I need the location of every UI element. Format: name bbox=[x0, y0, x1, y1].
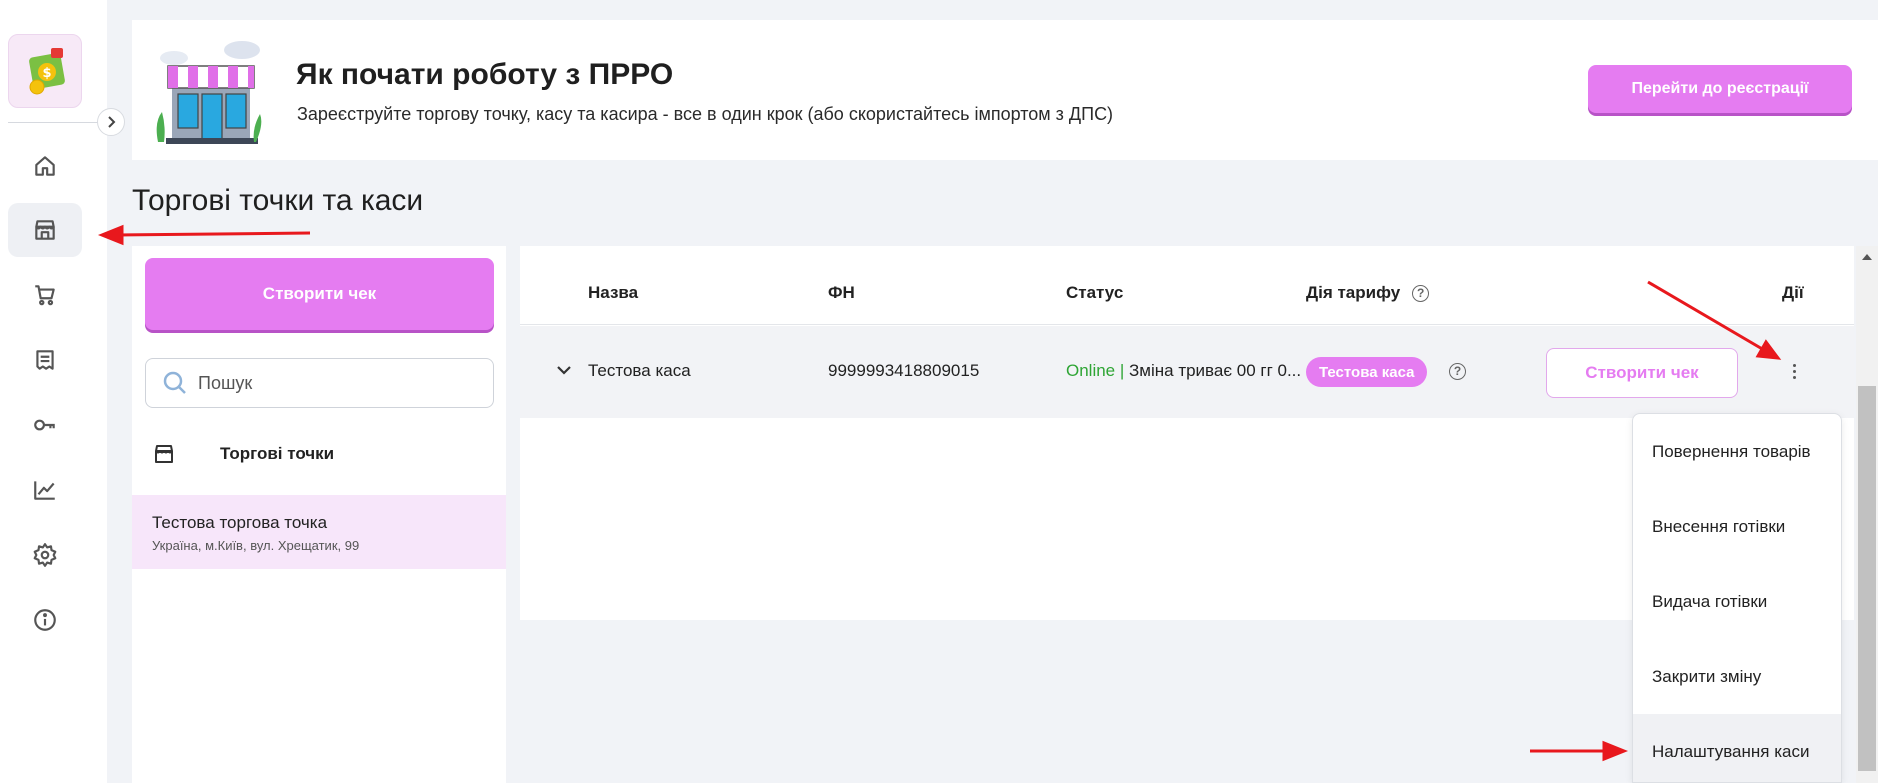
app-logo[interactable]: $ bbox=[8, 34, 82, 108]
register-fn: 9999993418809015 bbox=[828, 361, 980, 380]
sidebar-divider bbox=[8, 122, 107, 123]
banner-title: Як почати роботу з ПРРО bbox=[296, 58, 674, 91]
cash-register-logo-icon: $ bbox=[29, 48, 65, 95]
table-header: Назва ФН Статус Дія тарифу? Дії bbox=[520, 261, 1854, 325]
column-header-tariff: Дія тарифу? bbox=[1306, 283, 1430, 303]
annotation-arrow-settings bbox=[1530, 740, 1629, 762]
onboarding-banner: Як почати роботу з ПРРО Зареєструйте тор… bbox=[132, 20, 1878, 160]
sidebar: $ bbox=[0, 0, 107, 783]
key-icon bbox=[34, 419, 55, 431]
nav-cart[interactable] bbox=[8, 268, 82, 322]
menu-item-close-shift[interactable]: Закрити зміну bbox=[1633, 639, 1841, 714]
help-icon[interactable]: ? bbox=[1412, 285, 1430, 303]
nav-receipts[interactable] bbox=[8, 333, 82, 387]
sidebar-collapse-button[interactable] bbox=[97, 108, 125, 136]
menu-item-return-goods[interactable]: Повернення товарів bbox=[1633, 414, 1841, 489]
register-status: Online | Зміна триває 00 гг 0... bbox=[1066, 361, 1301, 381]
store-name: Тестова торгова точка bbox=[152, 513, 328, 532]
scroll-thumb[interactable] bbox=[1858, 386, 1876, 771]
menu-item-cash-deposit[interactable]: Внесення готівки bbox=[1633, 489, 1841, 564]
svg-text:$: $ bbox=[42, 66, 51, 81]
nav-analytics[interactable] bbox=[8, 463, 82, 517]
actions-dropdown-menu: Повернення товарів Внесення готівки Вида… bbox=[1632, 413, 1842, 783]
cart-icon bbox=[35, 285, 55, 306]
create-receipt-button[interactable]: Створити чек bbox=[145, 258, 494, 330]
gear-icon bbox=[33, 543, 57, 567]
receipt-icon bbox=[36, 350, 54, 370]
tariff-badge: Тестова каса bbox=[1306, 357, 1428, 387]
menu-item-register-settings[interactable]: Налаштування каси bbox=[1633, 714, 1841, 782]
status-separator: | bbox=[1115, 361, 1130, 380]
store-address: Україна, м.Київ, вул. Хрещатик, 99 bbox=[152, 538, 360, 553]
stores-section-label: Торгові точки bbox=[220, 444, 335, 463]
column-header-name: Назва bbox=[588, 283, 639, 302]
chevron-right-icon bbox=[108, 116, 116, 128]
search-field[interactable] bbox=[145, 358, 494, 408]
column-header-status: Статус bbox=[1066, 283, 1124, 302]
go-to-registration-button[interactable]: Перейти до реєстрації bbox=[1588, 65, 1852, 113]
search-input[interactable] bbox=[198, 372, 478, 394]
nav-settings[interactable] bbox=[8, 528, 82, 582]
annotation-arrow-sidebar bbox=[97, 224, 311, 246]
expand-chevron-icon[interactable] bbox=[554, 360, 574, 380]
nav-info[interactable] bbox=[8, 593, 82, 647]
nav-keys[interactable] bbox=[8, 398, 82, 452]
help-icon[interactable]: ? bbox=[1449, 363, 1466, 380]
home-icon bbox=[35, 156, 55, 176]
column-header-actions: Дії bbox=[1782, 283, 1804, 302]
status-online: Online bbox=[1066, 361, 1116, 380]
stores-section-header: Торгові точки bbox=[152, 442, 334, 466]
store-illustration-icon bbox=[156, 41, 262, 144]
table-row[interactable]: Тестова каса 9999993418809015 Online | З… bbox=[520, 326, 1854, 418]
info-icon bbox=[34, 609, 56, 631]
banner-subtitle: Зареєструйте торгову точку, касу та каси… bbox=[297, 104, 1114, 124]
nav-home[interactable] bbox=[8, 139, 82, 193]
search-icon bbox=[163, 371, 186, 394]
nav-stores[interactable] bbox=[8, 203, 82, 257]
stores-panel: Створити чек Торгові точки Тестова торго… bbox=[132, 246, 506, 783]
column-header-tariff-label: Дія тарифу bbox=[1306, 283, 1401, 302]
store-list-item[interactable]: Тестова торгова точка Україна, м.Київ, в… bbox=[132, 495, 506, 569]
page-title: Торгові точки та каси bbox=[132, 184, 424, 217]
chart-icon bbox=[34, 481, 55, 500]
row-create-receipt-button[interactable]: Створити чек bbox=[1546, 348, 1738, 398]
register-name: Тестова каса bbox=[588, 361, 691, 380]
page-scrollbar[interactable] bbox=[1856, 246, 1878, 783]
status-shift-text: Зміна триває 00 гг 0... bbox=[1129, 361, 1302, 380]
store-icon bbox=[155, 445, 173, 463]
column-header-fn: ФН bbox=[828, 283, 855, 302]
more-actions-icon[interactable] bbox=[1788, 356, 1800, 386]
store-icon bbox=[35, 220, 55, 240]
scroll-up-icon[interactable] bbox=[1862, 254, 1872, 260]
menu-item-cash-withdrawal[interactable]: Видача готівки bbox=[1633, 564, 1841, 639]
